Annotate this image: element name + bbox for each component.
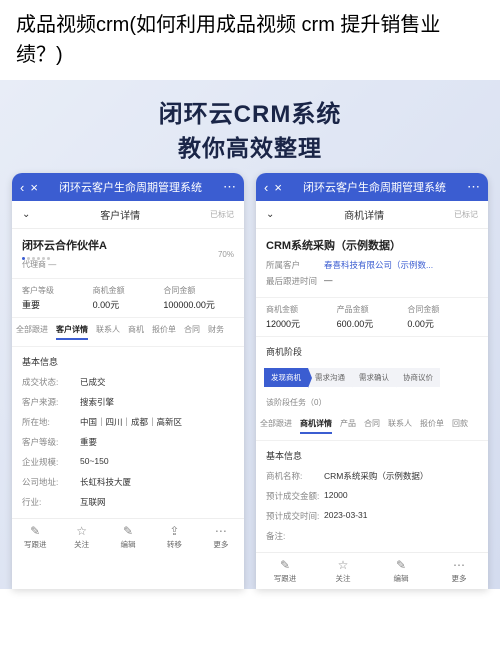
summary-cell: 商机金额0.00元 [93,285,164,311]
bottom-action[interactable]: ☆关注 [314,558,372,584]
phone-right: ‹ × 闭环云客户生命周期管理系统 ⋯ ⌄ 商机详情 已标记 CRM系统采购（示… [256,173,488,589]
bottom-action[interactable]: ✎编辑 [105,524,151,550]
tab-item[interactable]: 报价单 [420,418,444,434]
sub-header: ⌄ 客户详情 已标记 [12,201,244,229]
field-row: 客户来源:搜索引擎 [12,392,244,412]
stage-pill[interactable]: 协商议价 [396,368,440,387]
summary-cell: 商机金额12000元 [266,304,337,330]
stage-note: 该阶段任务（0） [256,393,488,412]
field-row: 公司地址:长虹科技大厦 [12,472,244,492]
phones-row: ‹ × 闭环云客户生命周期管理系统 ⋯ ⌄ 客户详情 已标记 闭环云合作伙伴A … [10,173,490,589]
transfer-icon: ⇪ [151,524,197,538]
field-row: 商机名称:CRM系统采购（示例数据） [256,466,488,486]
field-row: 所在地:中国｜四川｜成都｜高新区 [12,412,244,432]
tabs: 全部跟进 客户详情 联系人 商机 报价单 合同 财务 [12,318,244,347]
tab-item[interactable]: 全部跟进 [260,418,292,434]
field-row: 成交状态:已成交 [12,372,244,392]
edit-icon: ✎ [105,524,151,538]
phone-left: ‹ × 闭环云客户生命周期管理系统 ⋯ ⌄ 客户详情 已标记 闭环云合作伙伴A … [12,173,244,589]
tab-item[interactable]: 合同 [364,418,380,434]
opp-name: CRM系统采购（示例数据） [266,237,478,253]
hero-line2: 教你高效整理 [10,129,490,163]
tabs: 全部跟进 商机详情 产品 合同 联系人 报价单 回款 [256,412,488,441]
field-row: 预计成交金额:12000 [256,486,488,506]
hero-title: 闭环云CRM系统 教你高效整理 [10,94,490,163]
navbar: ‹ × 闭环云客户生命周期管理系统 ⋯ [12,173,244,201]
tab-item[interactable]: 回款 [452,418,468,434]
stage-pill[interactable]: 发现商机 [264,368,308,387]
summary-grid: 商机金额12000元 产品金额600.00元 合同金额0.00元 [256,298,488,337]
summary-cell: 合同金额100000.00元 [163,285,234,311]
star-icon: ☆ [58,524,104,538]
section-basic: 基本信息 [256,441,488,466]
tab-item[interactable]: 商机详情 [300,418,332,434]
tab-item[interactable]: 商机 [128,324,144,340]
tab-item[interactable]: 财务 [208,324,224,340]
back-icon[interactable]: ‹ [264,180,268,195]
tab-item[interactable]: 产品 [340,418,356,434]
sub-header-title: 客户详情 [30,207,210,222]
write-icon: ✎ [256,558,314,572]
edit-icon: ✎ [372,558,430,572]
bottom-action[interactable]: ⇪转移 [151,524,197,550]
bottom-action[interactable]: ⋯更多 [430,558,488,584]
stage-pill[interactable]: 需求沟通 [308,368,352,387]
bottom-action[interactable]: ✎写跟进 [12,524,58,550]
close-icon[interactable]: × [274,180,282,195]
bottom-action[interactable]: ✎编辑 [372,558,430,584]
customer-card: 闭环云合作伙伴A 70% 代理商 — [12,229,244,279]
more-icon[interactable]: ⋯ [467,179,480,195]
bottom-action[interactable]: ☆关注 [58,524,104,550]
bottom-bar: ✎写跟进 ☆关注 ✎编辑 ⇪转移 ⋯更多 [12,518,244,555]
stage-pills: 发现商机 需求沟通 需求确认 协商议价 [256,362,488,393]
summary-cell: 产品金额600.00元 [337,304,408,330]
stage-pill[interactable]: 需求确认 [352,368,396,387]
nav-title: 闭环云客户生命周期管理系统 [288,179,461,195]
more-icon[interactable]: ⋯ [223,179,236,195]
tab-item[interactable]: 联系人 [388,418,412,434]
bottom-bar: ✎写跟进 ☆关注 ✎编辑 ⋯更多 [256,552,488,589]
summary-cell: 客户等级重要 [22,285,93,311]
back-icon[interactable]: ‹ [20,180,24,195]
field-row: 企业规模:50~150 [12,452,244,472]
stage-section: 商机阶段 [256,337,488,362]
customer-tag: 代理商 — [22,259,234,270]
star-icon: ☆ [314,558,372,572]
nav-title: 闭环云客户生命周期管理系统 [44,179,217,195]
hero-section: 闭环云CRM系统 教你高效整理 ‹ × 闭环云客户生命周期管理系统 ⋯ ⌄ 客户… [0,80,500,589]
tab-item[interactable]: 报价单 [152,324,176,340]
bottom-action[interactable]: ⋯更多 [198,524,244,550]
sub-header: ⌄ 商机详情 已标记 [256,201,488,229]
field-row: 行业:互联网 [12,492,244,512]
owner-link[interactable]: 春喜科技有限公司（示例数... [324,259,433,271]
section-basic: 基本信息 [12,347,244,372]
navbar: ‹ × 闭环云客户生命周期管理系统 ⋯ [256,173,488,201]
more-icon: ⋯ [198,524,244,538]
tab-item[interactable]: 客户详情 [56,324,88,340]
tab-item[interactable]: 联系人 [96,324,120,340]
field-row: 客户等级:重要 [12,432,244,452]
page-title: 成品视频crm(如何利用成品视频 crm 提升销售业绩？) [0,0,500,80]
tab-item[interactable]: 全部跟进 [16,324,48,340]
opportunity-card: CRM系统采购（示例数据） 所属客户春喜科技有限公司（示例数... 最后跟进时间… [256,229,488,298]
flag-label[interactable]: 已标记 [454,209,478,220]
hero-line1: 闭环云CRM系统 [10,94,490,129]
field-row: 预计成交时间:2023-03-31 [256,506,488,526]
summary-cell: 合同金额0.00元 [407,304,478,330]
close-icon[interactable]: × [30,180,38,195]
more-icon: ⋯ [430,558,488,572]
chevron-down-icon[interactable]: ⌄ [22,209,30,220]
write-icon: ✎ [12,524,58,538]
flag-label[interactable]: 已标记 [210,209,234,220]
sub-header-title: 商机详情 [274,207,454,222]
bottom-action[interactable]: ✎写跟进 [256,558,314,584]
chevron-down-icon[interactable]: ⌄ [266,209,274,220]
field-row: 备注: [256,526,488,546]
summary-grid: 客户等级重要 商机金额0.00元 合同金额100000.00元 [12,279,244,318]
tab-item[interactable]: 合同 [184,324,200,340]
